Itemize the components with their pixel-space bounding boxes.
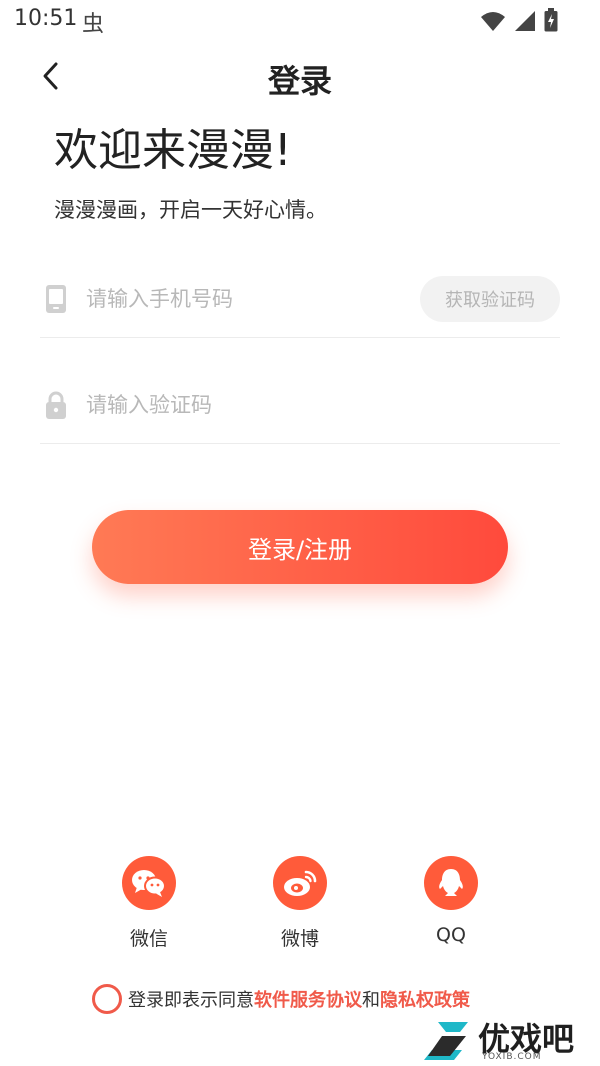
wechat-label: 微信: [129, 928, 168, 950]
watermark-icon: [424, 1022, 468, 1060]
welcome-title: 欢迎来漫漫!: [54, 125, 292, 176]
qq-login-button[interactable]: QQ: [411, 856, 491, 946]
qq-icon-circle: [424, 856, 478, 910]
code-input[interactable]: [86, 386, 406, 424]
bug-icon: 虫: [82, 12, 105, 37]
wifi-icon: [481, 12, 505, 31]
wechat-icon: [132, 870, 166, 897]
code-field-row: [40, 344, 560, 444]
phone-input[interactable]: [86, 280, 406, 318]
qq-icon: [439, 869, 463, 896]
status-icons: [480, 8, 558, 32]
lock-icon: [46, 391, 66, 419]
agreement-prefix: 登录即表示同意: [128, 990, 254, 1011]
privacy-link[interactable]: 隐私权政策: [380, 986, 470, 1012]
signal-icon: [515, 11, 535, 31]
phone-icon: [46, 285, 66, 313]
get-code-button[interactable]: 获取验证码: [420, 276, 560, 322]
weibo-icon: [284, 870, 317, 896]
welcome-subtitle: 漫漫漫画，开启一天好心情。: [54, 198, 327, 222]
agree-checkbox[interactable]: [92, 984, 122, 1014]
watermark-subtext: YOXIB.COM: [482, 1052, 542, 1062]
status-time: 10:51: [14, 6, 78, 31]
page-title: 登录: [267, 62, 332, 100]
weibo-login-button[interactable]: 微博: [260, 856, 340, 951]
phone-field-row: 获取验证码: [40, 238, 560, 338]
agreement-row: 登录即表示同意 软件服务协议 和 隐私权政策: [92, 984, 470, 1014]
login-screen: 10:51 虫 登录 欢迎来漫漫! 漫漫漫画，开启一天好心情。 请输入手机号码 …: [0, 0, 600, 1066]
battery-icon: [544, 8, 558, 32]
weibo-label: 微博: [280, 928, 319, 950]
watermark-logo: 优戏吧 YOXIB.COM: [420, 1016, 600, 1066]
qq-label: QQ: [436, 924, 466, 946]
status-bar: 10:51 虫: [0, 0, 600, 40]
wechat-login-button[interactable]: 微信: [109, 856, 189, 951]
login-register-button[interactable]: 登录/注册: [92, 510, 508, 584]
terms-link[interactable]: 软件服务协议: [254, 986, 362, 1012]
wechat-icon-circle: [122, 856, 176, 910]
weibo-icon-circle: [273, 856, 327, 910]
agreement-conjunction: 和: [362, 990, 380, 1011]
